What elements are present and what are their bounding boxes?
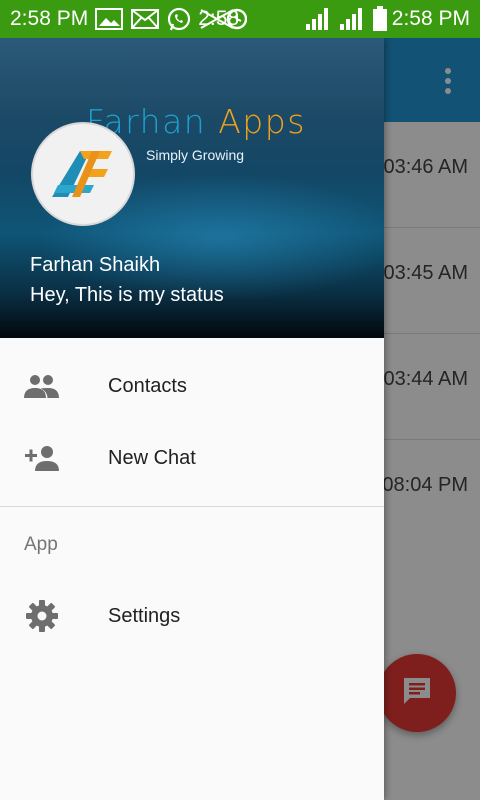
drawer-item-settings[interactable]: Settings	[0, 580, 384, 652]
brand-tagline: Simply Growing	[146, 147, 245, 163]
user-name: Farhan Shaikh	[30, 254, 161, 276]
image-icon	[94, 7, 124, 31]
brand-part2: Apps	[218, 102, 306, 141]
drawer-item-label: New Chat	[108, 446, 196, 469]
drawer-item-label: Settings	[108, 604, 181, 627]
user-status: Hey, This is my status	[30, 284, 224, 306]
contacts-icon	[24, 368, 60, 404]
status-bar: 2:58 PM 2:58 2:58 PM	[0, 0, 480, 38]
drawer-divider	[0, 506, 384, 507]
status-right-group: 2:58 PM	[298, 6, 470, 31]
status-time-mid: 2:58	[198, 7, 240, 30]
status-time-left: 2:58 PM	[10, 7, 89, 30]
add-person-icon	[24, 440, 60, 476]
avatar[interactable]	[31, 122, 135, 226]
battery-icon	[372, 6, 388, 31]
drawer-item-new-chat[interactable]: New Chat	[0, 422, 384, 494]
navigation-drawer: Farhan Apps Simply Growing Farhan Shaikh…	[0, 38, 384, 800]
drawer-item-label: Contacts	[108, 374, 187, 397]
section-label-app: App	[24, 534, 58, 555]
drawer-header: Farhan Apps Simply Growing Farhan Shaikh…	[0, 38, 384, 338]
mail-icon	[130, 7, 160, 31]
signal-icon-2	[338, 7, 366, 31]
gear-icon	[24, 598, 60, 634]
drawer-item-contacts[interactable]: Contacts	[0, 350, 384, 422]
logo-icon	[52, 151, 112, 197]
signal-icon	[304, 7, 332, 31]
status-time-right: 2:58 PM	[391, 7, 470, 30]
brand-title: Farhan Apps	[86, 102, 306, 141]
